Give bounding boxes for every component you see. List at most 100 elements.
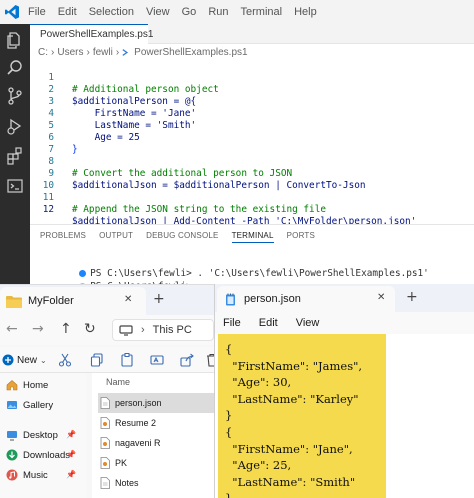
extensions-icon[interactable] [5,146,25,166]
bottom-panel: PROBLEMS OUTPUT DEBUG CONSOLE TERMINAL P… [30,224,474,292]
vscode-logo-icon [5,5,19,19]
file-name: Resume 2 [115,418,157,428]
tab-terminal[interactable]: TERMINAL [231,231,274,243]
code-line: 11 # Append the JSON string to the exist… [30,180,474,215]
search-icon[interactable] [5,58,25,78]
breadcrumb-separator: › [86,46,90,58]
folder-icon [6,295,22,308]
gallery-icon [7,401,17,409]
nav-item-gallery[interactable]: Gallery [6,399,53,411]
close-icon[interactable]: ✕ [377,292,385,303]
explorer-tabbar: MyFolder ✕ + [0,285,214,315]
explorer-icon[interactable] [5,30,25,50]
nav-item-desktop[interactable]: Desktop [6,429,58,441]
editor-tabbar: PowerShellExamples.ps1 [30,24,474,44]
tab-problems[interactable]: PROBLEMS [40,231,86,243]
notepad-menu-view[interactable]: View [296,317,320,329]
menu-help[interactable]: Help [294,0,317,24]
plus-circle-icon [2,354,14,366]
explorer-toolbar: New ⌄ [0,347,217,373]
copy-icon[interactable] [90,353,104,367]
music-icon [6,469,18,481]
breadcrumb-separator: › [115,46,120,58]
vscode-window: File Edit Selection View Go Run Terminal… [0,0,474,292]
navigation-pane: Home Gallery Desktop 📌 Downloads 📌 Music… [0,373,86,498]
breadcrumb-file[interactable]: PowerShellExamples.ps1 [134,47,247,58]
chevron-right-icon: › [141,324,145,336]
address-bar[interactable]: › This PC [112,319,214,341]
file-row[interactable]: PK [98,453,214,473]
file-row[interactable]: Notes [98,473,214,493]
run-debug-icon[interactable] [5,116,25,136]
file-name: person.json [115,398,162,408]
code-line: 10 [30,168,474,191]
json-line: "Age": 25, [225,458,292,473]
file-name: Notes [115,478,139,488]
line-number: 12 [42,204,54,215]
powershell-file-icon [122,48,129,56]
code-line: 4 LastName = 'Smith' [30,96,474,131]
menu-file[interactable]: File [28,0,46,24]
pin-icon[interactable]: 📌 [66,470,76,479]
editor-tab-label: PowerShellExamples.ps1 [40,29,154,40]
file-name: PK [115,458,128,468]
menu-run[interactable]: Run [208,0,228,24]
breadcrumb-drive[interactable]: C: [38,47,48,58]
column-header-name[interactable]: Name [106,377,130,387]
breadcrumb-fewli[interactable]: fewli [93,47,113,58]
new-tab-icon[interactable]: + [153,291,165,307]
notepad-editor[interactable]: { "FirstName": "James", "Age": 30, "Last… [215,334,474,498]
json-line: { [225,342,233,356]
json-line: "FirstName": "James", [225,358,363,373]
paste-icon[interactable] [120,353,134,367]
nav-item-label: Home [23,379,49,391]
breadcrumb-users[interactable]: Users [57,47,83,58]
address-text: This PC [152,324,192,336]
terminal-icon[interactable] [5,176,25,196]
notepad-highlighted-text[interactable]: { "FirstName": "James", "Age": 30, "Last… [218,334,386,498]
json-line: { [225,424,233,439]
editor-area: PowerShellExamples.ps1 C: › Users › fewl… [30,24,474,292]
panel-tabs: PROBLEMS OUTPUT DEBUG CONSOLE TERMINAL P… [40,231,315,243]
menu-go[interactable]: Go [182,0,197,24]
code-line: 3 FirstName = 'Jane' [30,84,474,119]
notepad-menu-edit[interactable]: Edit [259,317,278,329]
menu-view[interactable]: View [146,0,170,24]
code-editor[interactable]: 1 # Additional person object 2 $addition… [30,60,474,227]
pin-icon[interactable]: 📌 [66,430,76,439]
refresh-icon[interactable]: ↻ [84,321,96,337]
nav-item-music[interactable]: Music [6,469,48,481]
menu-edit[interactable]: Edit [58,0,77,24]
file-list: Name person.json Resume 2 nagaveni R PK … [92,373,214,498]
rename-icon[interactable] [150,353,164,367]
menu-selection[interactable]: Selection [89,0,134,24]
new-tab-icon[interactable]: + [406,289,418,305]
new-button[interactable]: New ⌄ [2,351,47,369]
notepad-tab-person-json[interactable]: person.json [217,286,395,312]
up-arrow-icon[interactable]: ↑ [60,321,72,337]
share-icon[interactable] [180,353,194,367]
back-arrow-icon[interactable]: ← [6,321,18,337]
menu-terminal[interactable]: Terminal [241,0,283,24]
pin-icon[interactable]: 📌 [66,450,76,459]
file-row[interactable]: Resume 2 [98,413,214,433]
code-text: # Append the JSON string to the existing… [72,204,326,215]
tab-output[interactable]: OUTPUT [99,231,133,243]
tab-debug-console[interactable]: DEBUG CONSOLE [146,231,218,243]
nav-item-downloads[interactable]: Downloads [6,449,70,461]
file-name: nagaveni R [115,438,161,448]
source-control-icon[interactable] [5,86,25,106]
nav-item-label: Gallery [23,399,54,411]
forward-arrow-icon[interactable]: → [32,321,44,337]
close-icon[interactable]: ✕ [124,294,132,305]
editor-tab-powershell[interactable]: PowerShellExamples.ps1 [30,24,153,44]
file-row[interactable]: nagaveni R [98,433,214,453]
cut-icon[interactable] [58,353,72,367]
notepad-menu-file[interactable]: File [223,317,241,329]
file-row-person-json[interactable]: person.json [98,393,214,413]
code-line: 7 [30,132,474,155]
code-line: 9 $additionalJson = $additionalPerson | … [30,156,474,191]
tab-ports[interactable]: PORTS [287,231,315,243]
nav-item-home[interactable]: Home [6,379,48,391]
code-line: 1 # Additional person object [30,60,474,95]
